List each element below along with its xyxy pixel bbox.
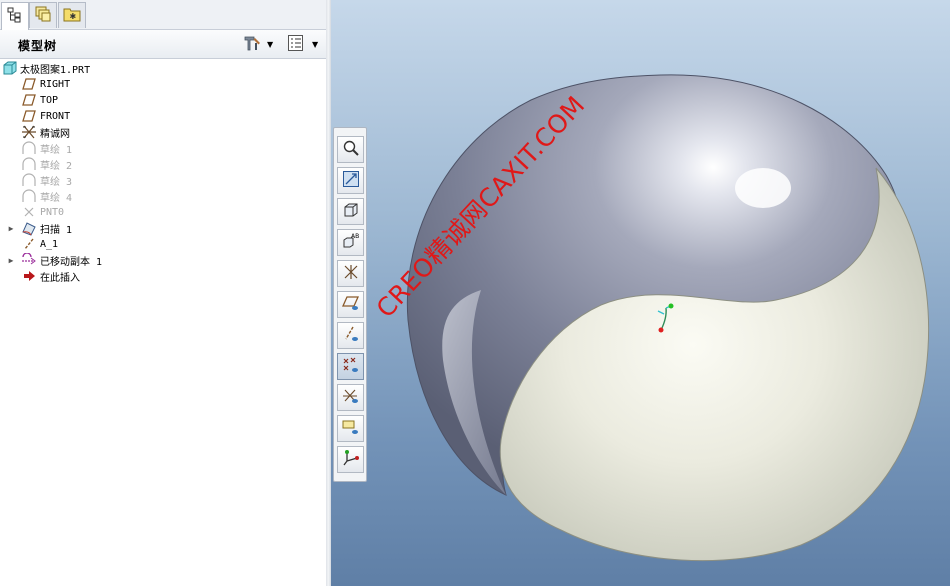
annotation-display-button[interactable] [337,415,364,442]
datum-plane-icon [21,77,37,91]
panel-title: 模型树 [18,39,58,53]
folder-browser-icon [34,5,52,26]
model-tree-header: 模型树 ▼ ▼ [0,30,326,59]
refit-button[interactable] [337,167,364,194]
tree-columns-icon [287,34,305,55]
tree-item-sweep[interactable]: ▶ 扫描 1 [0,220,320,236]
tree-item-datum-top[interactable]: TOP [0,92,320,108]
spin-center-icon [342,449,360,470]
view-toolbar: AB [333,127,367,482]
tree-item-csys[interactable]: 精诚网 [0,124,320,140]
zoom-in-icon [342,139,360,160]
expand-arrow-icon[interactable]: ▶ [6,256,16,265]
expand-arrow-icon[interactable]: ▶ [6,224,16,233]
sketch-icon [21,189,37,203]
settings-tools-icon [243,34,263,55]
datum-plane-icon [21,109,37,123]
refit-icon [342,170,360,191]
spin-center-button[interactable] [337,446,364,473]
tree-item-datum-front[interactable]: FRONT [0,108,320,124]
model-tree-icon [7,7,23,26]
tree-item-datum-right[interactable]: RIGHT [0,76,320,92]
tree-item-root-part[interactable]: 太极图案1.PRT [0,60,320,76]
saved-view-icon: AB [342,232,360,253]
graphics-viewport[interactable]: CREO精诚网CAXIT.COM AB [331,0,950,586]
favorites-icon: ✱ [63,6,81,25]
moved-copy-icon [21,253,37,267]
tree-item-insert-here[interactable]: 在此插入 [0,268,320,284]
svg-text:AB: AB [351,233,359,240]
model-tree-tab[interactable] [1,2,29,30]
axis-display-button[interactable] [337,322,364,349]
favorites-tab[interactable]: ✱ [58,2,86,28]
datum-plane-icon [21,93,37,107]
model-render [406,74,929,562]
chevron-down-icon: ▼ [312,39,319,49]
tree-item-sketch-2[interactable]: 草绘 2 [0,156,320,172]
chevron-down-icon: ▼ [267,39,274,49]
navigator-panel: ✱ 模型树 ▼ ▼ 太极图案1.PRT RIGHT TOP FRONT 精诚网 … [0,0,327,586]
datum-point-icon [21,205,37,219]
tree-item-moved-copy[interactable]: ▶ 已移动副本 1 [0,252,320,268]
point-display-button[interactable] [337,353,364,380]
plane-display-icon [341,294,360,315]
csys-display-button[interactable] [337,384,364,411]
tree-item-sketch-4[interactable]: 草绘 4 [0,188,320,204]
sketch-icon [21,141,37,155]
coordinate-system-icon [21,125,37,139]
tree-item-axis[interactable]: A_1 [0,236,320,252]
folder-browser-tab[interactable] [29,2,57,28]
tree-item-sketch-1[interactable]: 草绘 1 [0,140,320,156]
saved-view-button[interactable]: AB [337,229,364,256]
show-dropdown-button[interactable]: ▼ [287,34,318,54]
axis-display-icon [342,325,360,346]
svg-text:✱: ✱ [70,12,77,21]
sketch-icon [21,173,37,187]
tree-item-datum-point[interactable]: PNT0 [0,204,320,220]
zoom-in-button[interactable] [337,136,364,163]
sketch-icon [21,157,37,171]
csys-display-icon [342,387,360,408]
settings-dropdown-button[interactable]: ▼ [243,34,273,54]
tree-item-sketch-3[interactable]: 草绘 3 [0,172,320,188]
datum-axis-icon [21,237,37,251]
specular-highlight [735,168,791,208]
part-icon [2,61,18,75]
navigator-tabstrip: ✱ [0,0,326,30]
annotation-display-icon [342,418,360,439]
point-display-icon [342,356,360,377]
insert-here-icon [21,269,37,283]
shaded-view-icon [342,201,360,222]
datum-display-icon [342,263,360,284]
plane-display-button[interactable] [337,291,364,318]
datum-display-button[interactable] [337,260,364,287]
sweep-icon [21,221,37,236]
shaded-view-button[interactable] [337,198,364,225]
